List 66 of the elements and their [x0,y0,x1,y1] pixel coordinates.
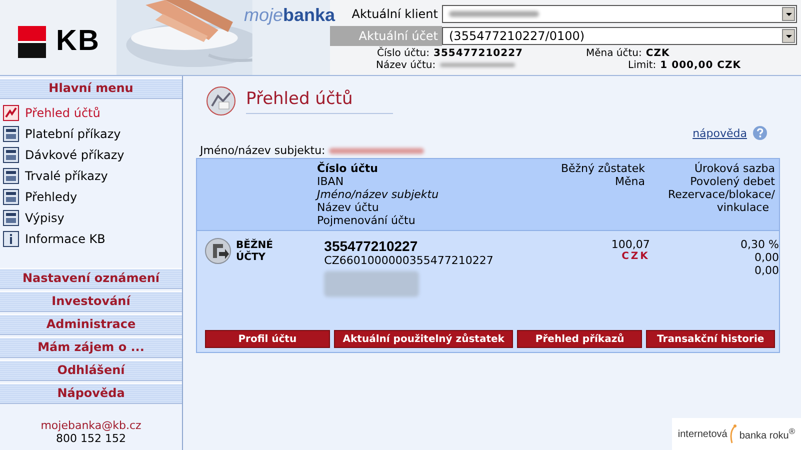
info-label: Název účtu: [376,60,436,70]
menu-item-icon [3,210,19,226]
menu-item[interactable]: Informace KB [0,228,182,249]
info-value: 355477210227 [434,48,524,58]
column-header: Běžný zůstatek [560,162,645,175]
currency: CZK [622,251,650,262]
contact-phone: 800 152 152 [56,432,126,445]
menu-item[interactable]: Výpisy [0,207,182,228]
contact-email[interactable]: mojebanka@kb.cz [40,419,142,432]
column-header: vinkulace [716,201,770,214]
menu-item-icon [3,168,19,184]
overdraft: 0,00 [754,251,779,264]
action-button[interactable]: Přehled příkazů [517,330,642,348]
info-value: CZK [646,48,670,58]
column-header: IBAN [317,175,345,188]
reserve: 0,00 [754,264,779,277]
account-select[interactable]: (355477210227/0100) [442,26,797,44]
info-value: 1 000,00 CZK [660,60,742,70]
column-header: Úroková sazba [694,162,775,175]
help-link[interactable]: nápověda [692,126,747,140]
iban: CZ6601000000355477210227 [324,254,494,267]
account-number[interactable]: 355477210227 [324,238,531,254]
menu-section[interactable]: Odhlášení [0,360,182,381]
menu-section[interactable]: Investování [0,291,182,312]
account-label: Aktuální účet [330,26,442,46]
page-title: Přehled účtů [246,88,393,114]
menu-item[interactable]: Dávkové příkazy [0,144,182,165]
menu-item-icon [3,188,19,204]
column-header: Rezervace/blokace/ [668,188,775,201]
action-button[interactable]: Profil účtu [205,330,330,348]
column-header: Měna [615,175,645,188]
menu-section[interactable]: Mám zájem o ... [0,337,182,358]
info-label: Měna účtu: [586,48,642,58]
product-logo: mojebanka [244,5,336,26]
menu-item[interactable]: Platební příkazy [0,123,182,144]
menu-item-icon [3,126,19,142]
menu-item[interactable]: Přehled účtů [0,102,182,123]
client-select[interactable] [442,4,797,22]
action-button[interactable]: Transakční historie [646,330,775,348]
help-icon[interactable] [753,126,767,140]
action-button[interactable]: Aktuální použitelný zůstatek [334,330,514,348]
logo-icon [18,26,46,58]
menu-item-icon [3,230,19,246]
interest-rate: 0,30 % [740,238,779,251]
column-header: Číslo účtu [317,162,379,175]
arrows-icon [205,238,231,264]
menu-item[interactable]: Trvalé příkazy [0,165,182,186]
subject-label: Jméno/název subjektu: [200,144,326,157]
balance: 100,07 [611,238,650,251]
column-header: Jméno/název subjektu [317,188,440,201]
menu-section[interactable]: Nastavení oznámení [0,268,182,289]
info-label: Limit: [628,60,656,70]
brand-name: KB [56,25,100,58]
column-header: Povolený debet [690,175,775,188]
menu-item-icon [3,104,19,120]
menu-section[interactable]: Nápověda [0,383,182,404]
menu-item-icon [3,146,19,162]
column-header: Pojmenování účtu [317,214,416,227]
menu-section[interactable]: Administrace [0,314,182,335]
menu-item[interactable]: Přehledy [0,186,182,207]
group-label: BĚŽNÉ ÚČTY [236,238,274,264]
info-label: Číslo účtu: [377,48,430,58]
menu-header[interactable]: Hlavní menu [0,78,182,99]
award-badge: internetová banka roku$^{®}$ [672,418,801,450]
column-header: Název účtu [317,201,380,214]
accounts-icon [206,86,236,116]
